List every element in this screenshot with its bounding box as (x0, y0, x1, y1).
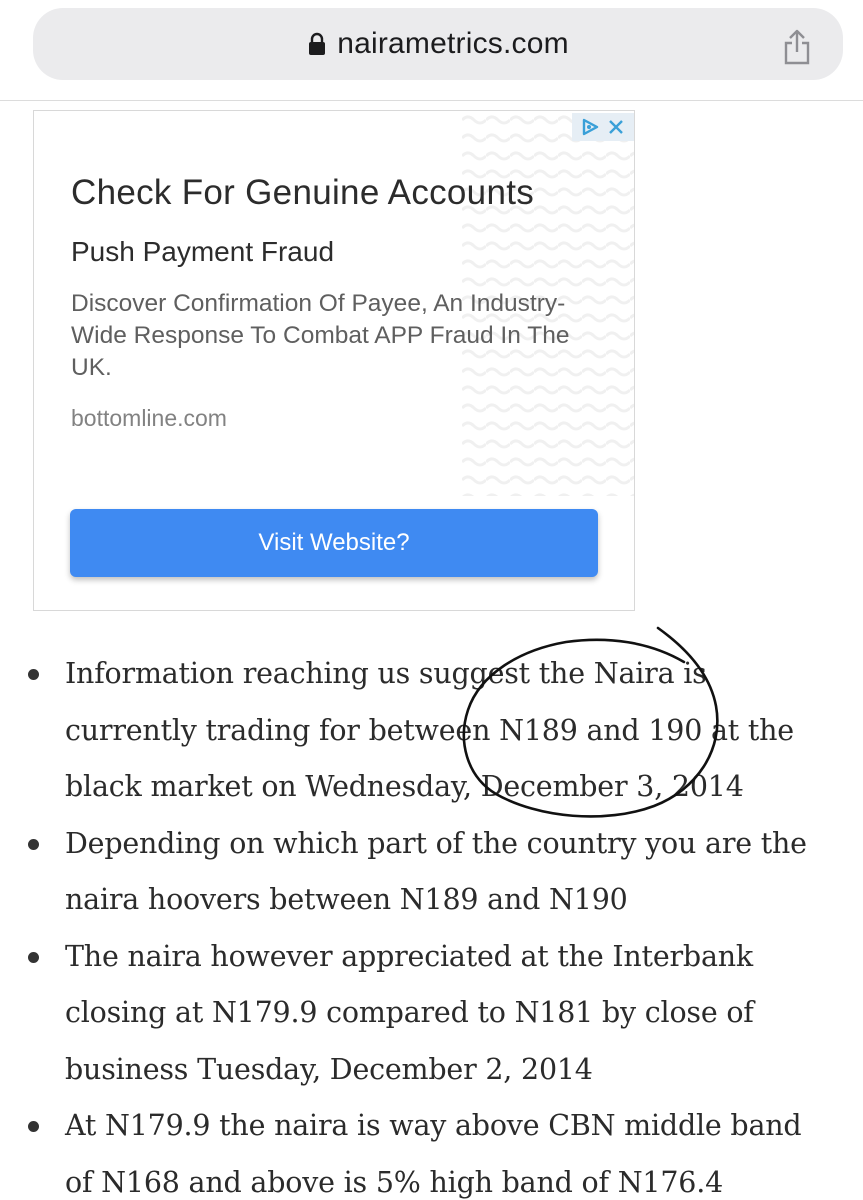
ad-description: Discover Confirmation Of Payee, An Indus… (71, 290, 570, 381)
bullet-dot (28, 669, 39, 680)
bullet-dot (28, 1121, 39, 1132)
adchoices-badge[interactable] (572, 113, 634, 141)
list-item: Depending on which part of the country y… (0, 816, 863, 929)
list-item-text: Information reaching us suggest the Nair… (65, 657, 794, 803)
bullet-dot (28, 951, 39, 963)
ad-subtitle: Push Payment Fraud (71, 236, 335, 267)
bullet-dot (28, 838, 39, 850)
close-icon[interactable] (606, 117, 626, 137)
list-item-text: At N179.9 the naira is way above CBN mid… (65, 1109, 802, 1199)
ad-domain[interactable]: bottomline.com (71, 405, 227, 432)
list-item: The naira however appreciated at the Int… (0, 929, 863, 1099)
ad-title[interactable]: Check For Genuine Accounts (71, 173, 534, 213)
article-body: Information reaching us suggest the Nair… (0, 646, 863, 1200)
list-item: Information reaching us suggest the Nair… (0, 646, 863, 816)
visit-website-button[interactable]: Visit Website? (70, 509, 598, 577)
list-item: At N179.9 the naira is way above CBN mid… (0, 1098, 863, 1200)
url-text: nairametrics.com (337, 27, 569, 60)
list-item-text: The naira however appreciated at the Int… (65, 939, 754, 1086)
url-display[interactable]: nairametrics.com (33, 8, 843, 80)
address-bar[interactable]: nairametrics.com (33, 8, 843, 80)
bullet-list: Information reaching us suggest the Nair… (0, 646, 863, 1200)
ad-banner[interactable]: Check For Genuine Accounts Push Payment … (33, 110, 635, 611)
lock-icon (307, 32, 327, 56)
list-item-text: Depending on which part of the country y… (65, 826, 807, 917)
adchoices-icon[interactable] (580, 117, 600, 137)
share-icon[interactable] (781, 28, 813, 66)
header-divider (0, 100, 863, 101)
